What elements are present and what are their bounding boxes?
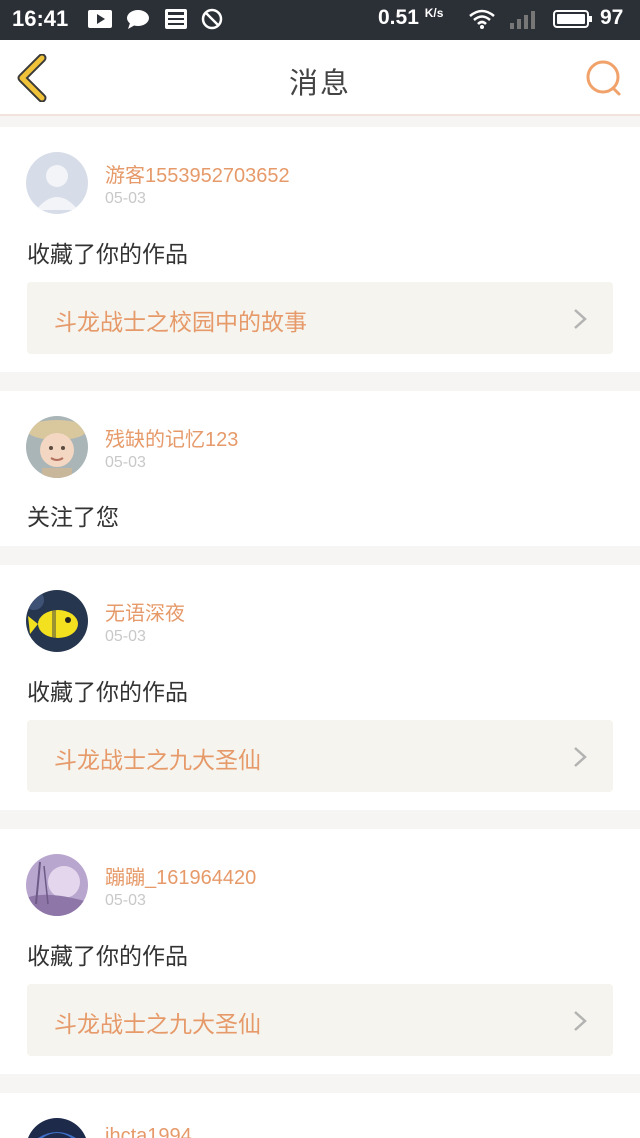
- username[interactable]: 残缺的记忆123: [105, 423, 238, 452]
- message-card: 残缺的记忆123 05-03 关注了您: [0, 391, 640, 546]
- battery-level: 97: [600, 6, 624, 29]
- avatar[interactable]: [26, 590, 88, 652]
- work-title: 斗龙战士之校园中的故事: [54, 310, 307, 336]
- network-speed: 0.51 K/s: [378, 6, 444, 29]
- chevron-right-icon: [574, 1011, 587, 1031]
- avatar[interactable]: [26, 152, 88, 214]
- signal-icon: [508, 8, 540, 30]
- chevron-right-icon: [574, 309, 587, 329]
- avatar[interactable]: [26, 416, 88, 478]
- work-title: 斗龙战士之九大圣仙: [54, 748, 261, 774]
- status-bar: 16:41 0.51 K/s 97: [0, 0, 640, 40]
- username[interactable]: jhcta1994: [105, 1125, 192, 1138]
- work-link[interactable]: 斗龙战士之校园中的故事: [27, 282, 613, 354]
- username[interactable]: 蹦蹦_161964420: [105, 861, 256, 890]
- message-date: 05-03: [105, 892, 146, 909]
- message-date: 05-03: [105, 190, 146, 207]
- work-title: 斗龙战士之九大圣仙: [54, 1012, 261, 1038]
- scenery-photo-icon: [26, 854, 88, 916]
- page-title: 消息: [288, 66, 351, 100]
- avatar[interactable]: [26, 1118, 88, 1138]
- block-icon: [200, 8, 224, 30]
- app-header: 消息: [0, 40, 640, 116]
- child-photo-icon: [26, 416, 88, 478]
- message-date: 05-03: [105, 454, 146, 471]
- message-action: 关注了您: [27, 505, 119, 531]
- wifi-icon: [468, 8, 496, 30]
- anime-photo-icon: [26, 1118, 88, 1138]
- message-date: 05-03: [105, 628, 146, 645]
- battery-icon: [552, 8, 594, 30]
- work-link[interactable]: 斗龙战士之九大圣仙: [27, 984, 613, 1056]
- work-link[interactable]: 斗龙战士之九大圣仙: [27, 720, 613, 792]
- message-card: 游客1553952703652 05-03 收藏了你的作品 斗龙战士之校园中的故…: [0, 127, 640, 372]
- message-action: 收藏了你的作品: [27, 680, 188, 706]
- avatar[interactable]: [26, 854, 88, 916]
- message-action: 收藏了你的作品: [27, 944, 188, 970]
- chevron-right-icon: [574, 747, 587, 767]
- news-icon: [164, 8, 188, 30]
- username[interactable]: 无语深夜: [105, 597, 185, 626]
- status-time: 16:41: [12, 6, 69, 31]
- chat-icon: [126, 8, 150, 30]
- play-icon: [88, 8, 112, 30]
- username[interactable]: 游客1553952703652: [105, 159, 290, 188]
- message-action: 收藏了你的作品: [27, 242, 188, 268]
- fish-photo-icon: [26, 590, 88, 652]
- default-user-icon: [26, 152, 88, 214]
- search-button[interactable]: [584, 58, 624, 98]
- message-card: 无语深夜 05-03 收藏了你的作品 斗龙战士之九大圣仙: [0, 565, 640, 810]
- search-icon: [586, 60, 621, 96]
- message-card: jhcta1994: [0, 1093, 640, 1138]
- message-card: 蹦蹦_161964420 05-03 收藏了你的作品 斗龙战士之九大圣仙: [0, 829, 640, 1074]
